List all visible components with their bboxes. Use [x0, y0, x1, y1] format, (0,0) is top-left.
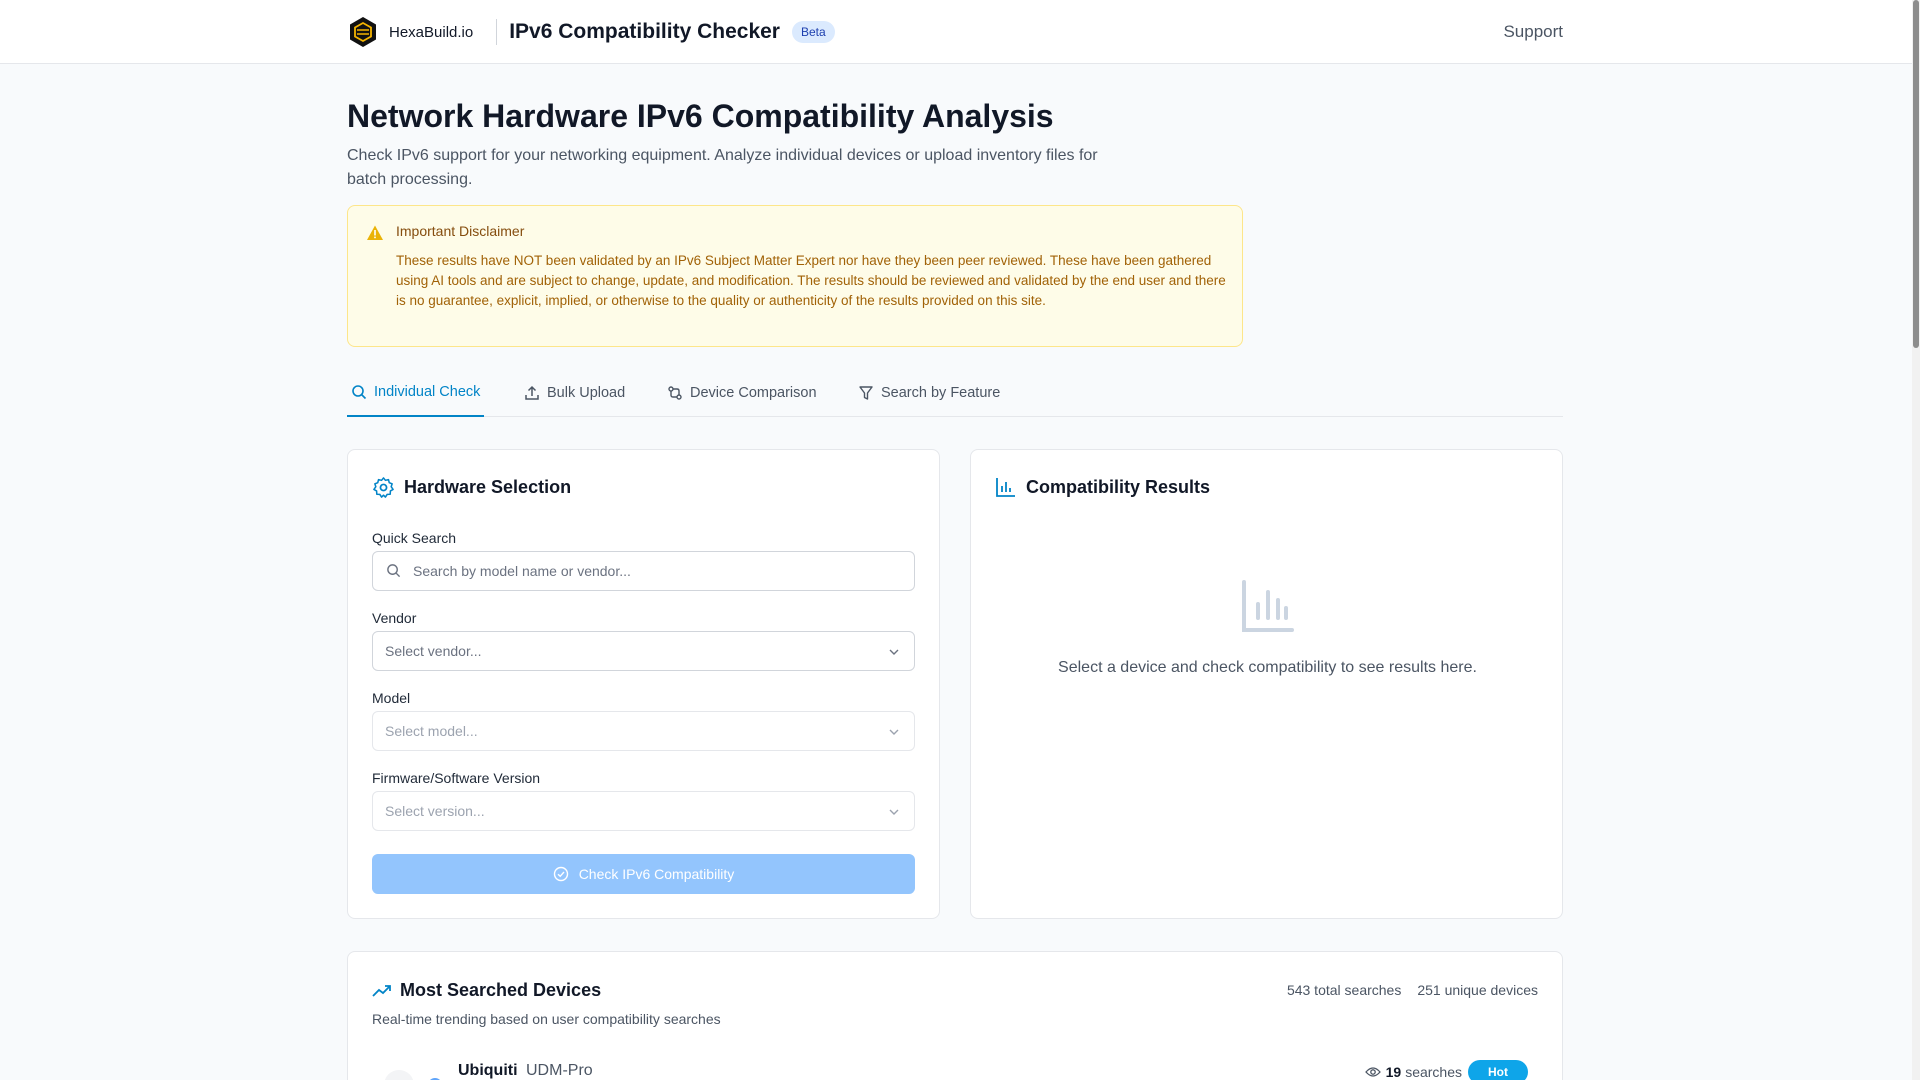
top-header: HexaBuild.io IPv6 Compatibility Checker …: [0, 0, 1912, 64]
tab-search-by-feature[interactable]: Search by Feature: [858, 369, 1000, 417]
filter-icon: [859, 386, 873, 400]
check-compatibility-button[interactable]: Check IPv6 Compatibility: [372, 854, 915, 894]
chevron-down-icon: [889, 729, 899, 735]
page-title: Network Hardware IPv6 Compatibility Anal…: [347, 98, 1054, 134]
eye-icon: [1364, 1067, 1381, 1077]
tab-bulk-upload[interactable]: Bulk Upload: [524, 369, 625, 417]
version-label: Firmware/Software Version: [372, 770, 541, 786]
quick-search-input[interactable]: Search by model name or vendor...: [372, 551, 915, 591]
page-subtitle: Check IPv6 support for your networking e…: [347, 147, 1098, 188]
warning-icon: [367, 225, 383, 240]
most-searched-title: Most Searched Devices: [372, 980, 601, 1001]
check-button-label: Check IPv6 Compatibility: [578, 866, 735, 882]
results-empty-text: Select a device and check compatibility …: [1058, 659, 1477, 676]
rank-badge: #1: [384, 1070, 414, 1080]
model-select-value: Select model...: [385, 723, 478, 739]
hardware-selection-card: Hardware Selection Quick Search Search b…: [347, 449, 940, 919]
tab-label: Search by Feature: [881, 385, 1001, 401]
card-title-text: Most Searched Devices: [400, 980, 602, 1000]
compare-icon: [668, 386, 682, 400]
support-link[interactable]: Support: [1503, 22, 1563, 42]
header-divider: [496, 19, 498, 45]
hot-badge: Hot: [1468, 1060, 1528, 1080]
compatibility-results-card: Compatibility Results Select a device an…: [970, 449, 1563, 919]
model-select[interactable]: Select model...: [372, 711, 915, 751]
compatibility-results-title: Compatibility Results: [995, 476, 1210, 498]
most-searched-subtitle: Real-time trending based on user compati…: [372, 1011, 721, 1027]
chevron-down-icon: [889, 649, 899, 655]
hexabuild-logo-icon[interactable]: [347, 16, 379, 48]
tab-device-comparison[interactable]: Device Comparison: [667, 369, 817, 417]
unique-devices: 251 unique devices: [1417, 982, 1538, 998]
app-title: IPv6 Compatibility Checker: [509, 20, 780, 43]
version-select-value: Select version...: [385, 803, 485, 819]
hardware-selection-title: Hardware Selection: [372, 476, 571, 499]
version-select[interactable]: Select version...: [372, 791, 915, 831]
most-searched-card: Most Searched Devices 543 total searches…: [347, 951, 1563, 1080]
disclaimer-title: Important Disclaimer: [396, 223, 525, 239]
trending-up-icon: [372, 984, 391, 997]
tab-label: Device Comparison: [690, 385, 817, 401]
device-model: UDM-Pro: [526, 1062, 593, 1079]
bar-chart-placeholder-icon: [1242, 580, 1294, 632]
beta-badge: Beta: [791, 21, 835, 43]
tab-label: Bulk Upload: [547, 385, 626, 401]
disclaimer-box: Important Disclaimer These results have …: [347, 205, 1243, 347]
chevron-down-icon: [889, 809, 899, 815]
search-count-value: 19: [1385, 1064, 1402, 1080]
search-icon: [352, 385, 367, 400]
vendor-select[interactable]: Select vendor...: [372, 631, 915, 671]
card-title-text: Hardware Selection: [404, 477, 572, 497]
trending-device-row[interactable]: #1 Ubiquiti UDM-Pro 19 searches Hot: [372, 1060, 1540, 1080]
total-searches: 543 total searches: [1286, 982, 1402, 998]
brand-name[interactable]: HexaBuild.io: [389, 24, 473, 41]
disclaimer-body: These results have NOT been validated by…: [396, 253, 1226, 308]
quick-search-label: Quick Search: [372, 530, 457, 546]
card-title-text: Compatibility Results: [1026, 476, 1211, 497]
search-stats: 543 total searches 251 unique devices: [1287, 982, 1538, 998]
bar-chart-icon: [996, 478, 1015, 497]
vendor-select-value: Select vendor...: [385, 643, 482, 659]
gear-icon: [373, 477, 394, 498]
tab-label: Individual Check: [374, 384, 481, 400]
search-count: 19 searches: [1364, 1064, 1462, 1080]
tab-individual-check[interactable]: Individual Check: [347, 369, 485, 417]
model-label: Model: [372, 690, 411, 706]
vendor-label: Vendor: [372, 610, 417, 626]
check-circle-icon: [553, 866, 568, 882]
scrollbar-thumb[interactable]: [1913, 0, 1919, 348]
tab-bar: Individual Check Bulk Upload Device Comp…: [347, 369, 1563, 417]
search-count-label: searches: [1405, 1064, 1462, 1080]
search-icon: [387, 564, 401, 578]
upload-icon: [525, 385, 539, 400]
quick-search-placeholder: Search by model name or vendor...: [413, 563, 631, 579]
device-vendor: Ubiquiti: [458, 1062, 518, 1079]
